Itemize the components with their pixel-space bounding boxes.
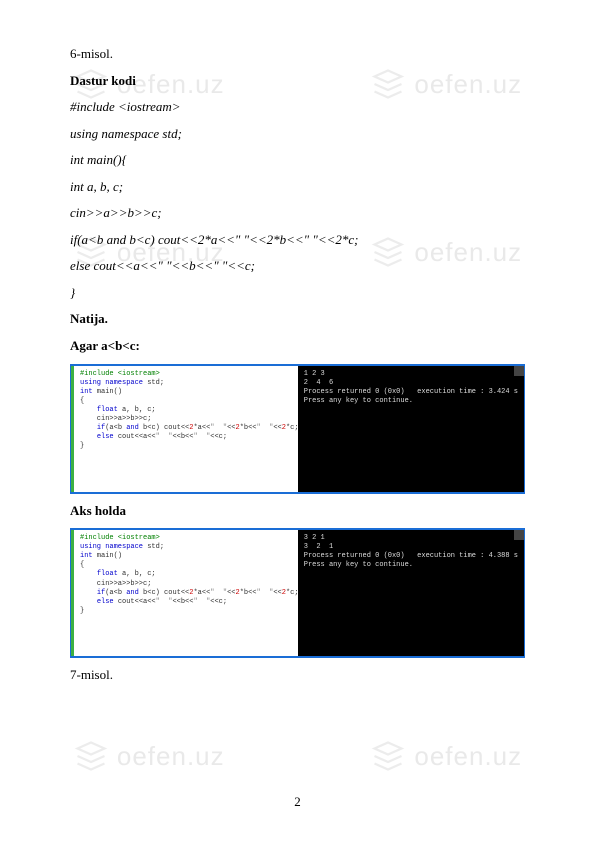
case2-label: Aks holda bbox=[70, 502, 525, 520]
case1-label: Agar a<b<c: bbox=[70, 337, 525, 355]
watermark-text: oefen.uz bbox=[117, 741, 225, 772]
code-line: cin>>a>>b>>c; bbox=[70, 204, 525, 222]
watermark-text: oefen.uz bbox=[414, 741, 522, 772]
terminal-pane: 3 2 1 3 2 1 Process returned 0 (0x0) exe… bbox=[298, 530, 524, 656]
next-task-label: 7-misol. bbox=[70, 666, 525, 684]
page-number: 2 bbox=[0, 794, 595, 810]
terminal-pane: 1 2 3 2 4 6 Process returned 0 (0x0) exe… bbox=[298, 366, 524, 492]
screenshot-case1: #include <iostream> using namespace std;… bbox=[70, 364, 525, 494]
stack-icon bbox=[370, 738, 406, 774]
code-line: using namespace std; bbox=[70, 125, 525, 143]
code-header: Dastur kodi bbox=[70, 72, 525, 90]
code-line: int main(){ bbox=[70, 151, 525, 169]
watermark-item: oefen.uz bbox=[73, 738, 225, 774]
watermark-item: oefen.uz bbox=[370, 738, 522, 774]
stack-icon bbox=[73, 738, 109, 774]
editor-pane: #include <iostream> using namespace std;… bbox=[71, 530, 298, 656]
task-label: 6-misol. bbox=[70, 45, 525, 63]
code-line: if(a<b and b<c) cout<<2*a<<" "<<2*b<<" "… bbox=[70, 231, 525, 249]
code-line: int a, b, c; bbox=[70, 178, 525, 196]
result-label: Natija. bbox=[70, 310, 525, 328]
screenshot-case2: #include <iostream> using namespace std;… bbox=[70, 528, 525, 658]
document-content: 6-misol. Dastur kodi #include <iostream>… bbox=[0, 0, 595, 684]
code-line: } bbox=[70, 284, 525, 302]
editor-pane: #include <iostream> using namespace std;… bbox=[71, 366, 298, 492]
code-line: else cout<<a<<" "<<b<<" "<<c; bbox=[70, 257, 525, 275]
code-line: #include <iostream> bbox=[70, 98, 525, 116]
